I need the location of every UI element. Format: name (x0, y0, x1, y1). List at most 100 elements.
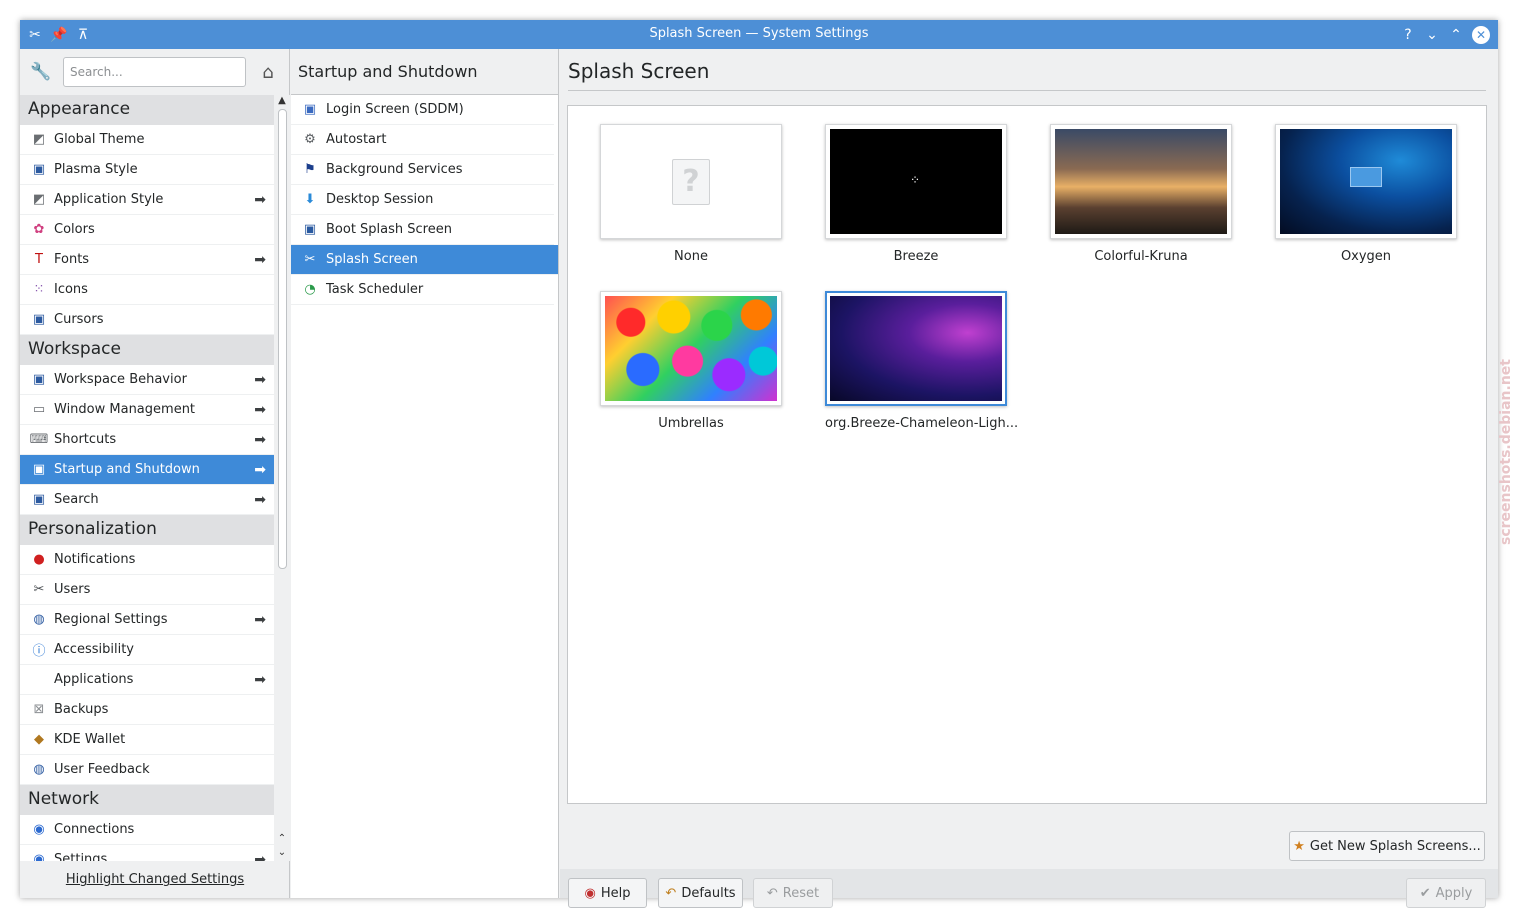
checkmark-icon: ✔ (1419, 885, 1431, 901)
get-new-label: Get New Splash Screens... (1309, 838, 1481, 854)
home-icon[interactable]: ⌂ (256, 61, 280, 83)
sidebar-item[interactable]: ⓘ Accessibility (20, 635, 274, 665)
theme-preview-image (1055, 129, 1227, 234)
sidebar-item[interactable]: T Fonts ➡ (20, 245, 274, 275)
sidebar-item[interactable]: ◉ Settings ➡ (20, 845, 274, 861)
sidebar-item[interactable]: ● Notifications (20, 545, 274, 575)
sidebar-item[interactable]: ◉ Connections (20, 815, 274, 845)
sidebar-item-label: Colors (54, 222, 95, 237)
sidebar-scrollbar[interactable]: ▲ ⌃ ⌄ (274, 95, 290, 861)
sidebar-item[interactable]: ▣ Startup and Shutdown ➡ (20, 455, 274, 485)
theme-preview-frame: ? (600, 124, 782, 239)
subcategory-item[interactable]: ▣ Login Screen (SDDM) (291, 95, 554, 125)
subcategory-item-label: Background Services (326, 162, 463, 177)
sidebar-item[interactable]: ◍ User Feedback (20, 755, 274, 785)
sidebar-item-label: Window Management (54, 402, 196, 417)
maximize-button[interactable]: ⌃ (1446, 25, 1466, 45)
apply-label: Apply (1435, 885, 1473, 901)
splash-theme-tile[interactable]: Oxygen (1275, 124, 1457, 264)
sidebar-item[interactable]: ⁙ Icons (20, 275, 274, 305)
subcategory-item-label: Task Scheduler (326, 282, 424, 297)
get-new-splash-button[interactable]: ★ Get New Splash Screens... (1289, 831, 1485, 861)
close-button[interactable]: ✕ (1472, 26, 1490, 44)
cursors-icon: ▣ (32, 312, 46, 327)
theme-preview-frame (1050, 124, 1232, 239)
subcategory-item-label: Desktop Session (326, 192, 434, 207)
scroll-up-icon[interactable]: ▲ (276, 95, 288, 106)
splash-theme-tile[interactable]: Colorful-Kruna (1050, 124, 1232, 264)
minimize-button[interactable]: ⌄ (1422, 25, 1442, 45)
sidebar-item[interactable]: ◩ Global Theme (20, 125, 274, 155)
sidebar-item-label: Backups (54, 702, 109, 717)
sidebar-item[interactable]: ▣ Plasma Style (20, 155, 274, 185)
splash-theme-tile[interactable]: Umbrellas (600, 291, 782, 431)
splash-theme-tile[interactable]: ⁘ Breeze (825, 124, 1007, 264)
splash-theme-tile[interactable]: ? None (600, 124, 782, 264)
sidebar-item[interactable]: ◩ Application Style ➡ (20, 185, 274, 215)
sidebar-item-label: Search (54, 492, 99, 507)
help-titlebar-button[interactable]: ? (1398, 25, 1418, 45)
subcategory-item[interactable]: ⚑ Background Services (291, 155, 554, 185)
defaults-button[interactable]: ↶ Defaults (658, 878, 743, 908)
plasma-logo-icon: ⁘ (910, 173, 921, 187)
theme-preview-frame: ⁘ (825, 124, 1007, 239)
notifications-icon: ● (33, 552, 45, 567)
subcategory-item[interactable]: ◔ Task Scheduler (291, 275, 554, 305)
subcategory-item[interactable]: ✂ Splash Screen (291, 245, 558, 275)
application-style-icon: ◩ (32, 192, 46, 207)
subcategory-item[interactable]: ⚙ Autostart (291, 125, 554, 155)
arrow-right-icon: ➡ (254, 372, 266, 388)
category-header: Workspace (20, 335, 274, 365)
theme-label: Oxygen (1340, 249, 1392, 264)
theme-preview-image (830, 296, 1002, 401)
sidebar-item-label: Accessibility (54, 642, 134, 657)
arrow-right-icon: ➡ (254, 252, 266, 268)
theme-preview-frame (600, 291, 782, 406)
network-settings-icon: ◉ (33, 852, 45, 861)
autostart-icon: ⚙ (304, 132, 316, 147)
search-input[interactable] (63, 57, 246, 87)
star-icon: ★ (1293, 838, 1305, 854)
sidebar-item-label: Icons (54, 282, 88, 297)
arrow-right-icon: ➡ (254, 492, 266, 508)
arrow-right-icon: ➡ (254, 852, 266, 861)
subcategory-item[interactable]: ⬇ Desktop Session (291, 185, 554, 215)
users-icon: ✂ (33, 582, 45, 597)
applications-icon (28, 669, 50, 691)
theme-preview-image: ⁘ (830, 129, 1002, 234)
sidebar-item[interactable]: ◍ Regional Settings ➡ (20, 605, 274, 635)
kde-logo-icon (1350, 167, 1382, 187)
sidebar-item[interactable]: ▣ Workspace Behavior ➡ (20, 365, 274, 395)
subcategory-item-label: Splash Screen (326, 252, 418, 267)
title-bar[interactable]: ✂ 📌 ⊼ Splash Screen — System Settings ? … (20, 20, 1498, 49)
sidebar-item[interactable]: Applications ➡ (20, 665, 274, 695)
sidebar-item[interactable]: ◆ KDE Wallet (20, 725, 274, 755)
scroll-up-icon-bottom[interactable]: ⌃ (276, 833, 288, 844)
sidebar-item[interactable]: ▣ Cursors (20, 305, 274, 335)
content-panel: Splash Screen ? None ⁘ Breeze Colorful-Kruna… (560, 49, 1498, 908)
boot-splash-icon: ▣ (303, 222, 317, 237)
sidebar-item[interactable]: ▣ Search ➡ (20, 485, 274, 515)
sidebar-item[interactable]: ⌨ Shortcuts ➡ (20, 425, 274, 455)
sidebar-toolbar: 🔧 ⌂ (20, 49, 290, 95)
sidebar-item[interactable]: ✿ Colors (20, 215, 274, 245)
configure-icon[interactable]: 🔧 (30, 61, 52, 83)
highlight-changed-button[interactable]: Highlight Changed Settings (20, 861, 290, 898)
category-header: Network (20, 785, 274, 815)
subcategory-item[interactable]: ▣ Boot Splash Screen (291, 215, 554, 245)
reset-button[interactable]: ↶ Reset (753, 878, 833, 908)
page-title: Splash Screen (568, 59, 710, 83)
arrow-right-icon: ➡ (254, 462, 266, 478)
help-button[interactable]: ◉ Help (568, 878, 647, 908)
scroll-down-icon[interactable]: ⌄ (276, 847, 288, 858)
sidebar-item[interactable]: ▭ Window Management ➡ (20, 395, 274, 425)
splash-screen-icon: ✂ (304, 252, 316, 267)
defaults-icon: ↶ (665, 885, 677, 901)
splash-theme-tile[interactable]: org.Breeze-Chameleon-Ligh... (825, 291, 1018, 431)
user-feedback-icon: ◍ (33, 762, 45, 777)
sidebar-item[interactable]: ✂ Users (20, 575, 274, 605)
plasma-style-icon: ▣ (32, 162, 46, 177)
apply-button[interactable]: ✔ Apply (1406, 878, 1486, 908)
sidebar-item[interactable]: ⊠ Backups (20, 695, 274, 725)
scrollbar-thumb[interactable] (278, 109, 287, 569)
